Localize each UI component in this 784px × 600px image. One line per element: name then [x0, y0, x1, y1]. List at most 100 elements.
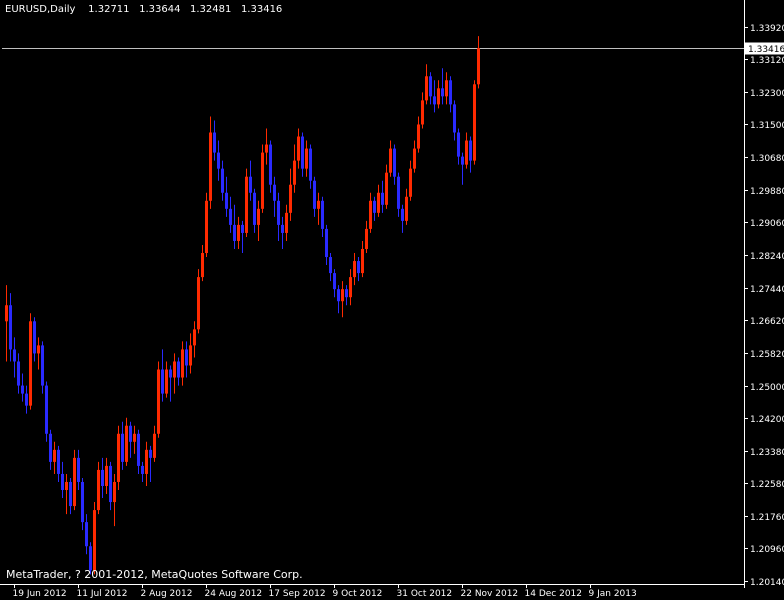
price-tick-label: 1.23380	[750, 448, 784, 458]
candle	[105, 457, 108, 495]
candle	[133, 425, 136, 454]
price-tick-label: 1.22580	[750, 480, 784, 490]
price-tick-label: 1.27440	[750, 285, 784, 295]
candle	[341, 281, 344, 318]
candle	[141, 461, 144, 482]
candle	[93, 502, 96, 575]
candle-body	[121, 433, 124, 462]
candle-body	[145, 449, 148, 474]
candle	[309, 144, 312, 189]
candle-body	[453, 104, 456, 133]
candle	[237, 216, 240, 249]
candle-body	[37, 345, 40, 354]
candle-body	[253, 192, 256, 225]
candle-body	[9, 305, 12, 350]
candle	[289, 168, 292, 221]
time-tick-label: 24 Aug 2012	[205, 589, 263, 599]
candle-body	[389, 148, 392, 173]
candlestick-chart: 1.33920 1.33120 1.32300 1.31500 1.30680 1.298…	[0, 0, 784, 599]
candle-body	[57, 449, 60, 474]
time-tick-label: 2 Aug 2012	[141, 589, 193, 599]
candle-body	[413, 148, 416, 169]
candle	[9, 293, 12, 362]
candle-body	[185, 349, 188, 366]
candle-body	[137, 433, 140, 466]
candle	[125, 417, 128, 466]
candle-body	[133, 433, 136, 442]
candle-body	[297, 136, 300, 161]
candle-body	[33, 321, 36, 354]
candle-body	[165, 369, 168, 394]
candle	[429, 72, 432, 105]
candle-body	[425, 76, 428, 101]
candle	[185, 341, 188, 378]
candle	[293, 144, 296, 193]
candle-body	[129, 425, 132, 442]
candle-body	[49, 433, 52, 462]
price-tick-label: 1.31500	[750, 121, 784, 131]
candle	[33, 317, 36, 362]
candle-body	[381, 192, 384, 205]
candle-body	[445, 80, 448, 97]
candle	[209, 116, 212, 209]
candle	[197, 269, 200, 334]
candle	[401, 204, 404, 233]
candle	[393, 144, 396, 185]
candle	[421, 92, 424, 129]
candle-body	[201, 253, 204, 278]
candle	[25, 385, 28, 414]
candle-body	[301, 136, 304, 169]
candle-body	[337, 289, 340, 302]
candle	[297, 128, 300, 169]
candle	[417, 116, 420, 153]
candle-body	[345, 289, 348, 298]
candle	[241, 220, 244, 254]
candle	[317, 192, 320, 225]
candle-body	[341, 289, 344, 302]
candle-body	[261, 152, 264, 209]
candle-body	[313, 180, 316, 209]
candle-body	[233, 224, 236, 241]
price-tick-label: 1.25820	[750, 350, 784, 360]
time-tick-label: 9 Jan 2013	[589, 589, 637, 599]
candle-body	[161, 369, 164, 394]
candle	[425, 64, 428, 105]
candle	[53, 441, 56, 474]
price-tick-label: 1.32300	[750, 89, 784, 99]
high-value: 1.33644	[139, 4, 181, 15]
candle	[229, 196, 232, 233]
candle	[49, 429, 52, 470]
candle-body	[77, 457, 80, 482]
candle	[265, 128, 268, 165]
candle-body	[97, 469, 100, 511]
candle	[157, 361, 160, 438]
time-tick-label: 11 Jul 2012	[77, 589, 128, 599]
candle	[313, 176, 316, 217]
candle-body	[285, 212, 288, 233]
candle-body	[229, 208, 232, 225]
candle-body	[81, 481, 84, 523]
candle	[137, 429, 140, 474]
price-tick-label: 1.25000	[750, 383, 784, 393]
candle	[97, 461, 100, 515]
time-tick-label: 17 Sep 2012	[269, 589, 326, 599]
candle	[17, 353, 20, 394]
candle	[473, 80, 476, 165]
candle	[405, 188, 408, 225]
candle	[277, 192, 280, 241]
candle-body	[141, 465, 144, 474]
candle-body	[449, 80, 452, 105]
candle-body	[157, 369, 160, 434]
candle-body	[93, 510, 96, 571]
candle-body	[369, 200, 372, 229]
price-tick-label: 1.24200	[750, 415, 784, 425]
candle	[469, 136, 472, 173]
candle-body	[269, 144, 272, 185]
candle-body	[105, 465, 108, 486]
candle-body	[173, 361, 176, 378]
candle-body	[113, 481, 116, 503]
candle-body	[333, 273, 336, 290]
symbol-label: EURUSD,Daily	[5, 4, 76, 15]
candle	[389, 140, 392, 177]
candle	[329, 253, 332, 282]
